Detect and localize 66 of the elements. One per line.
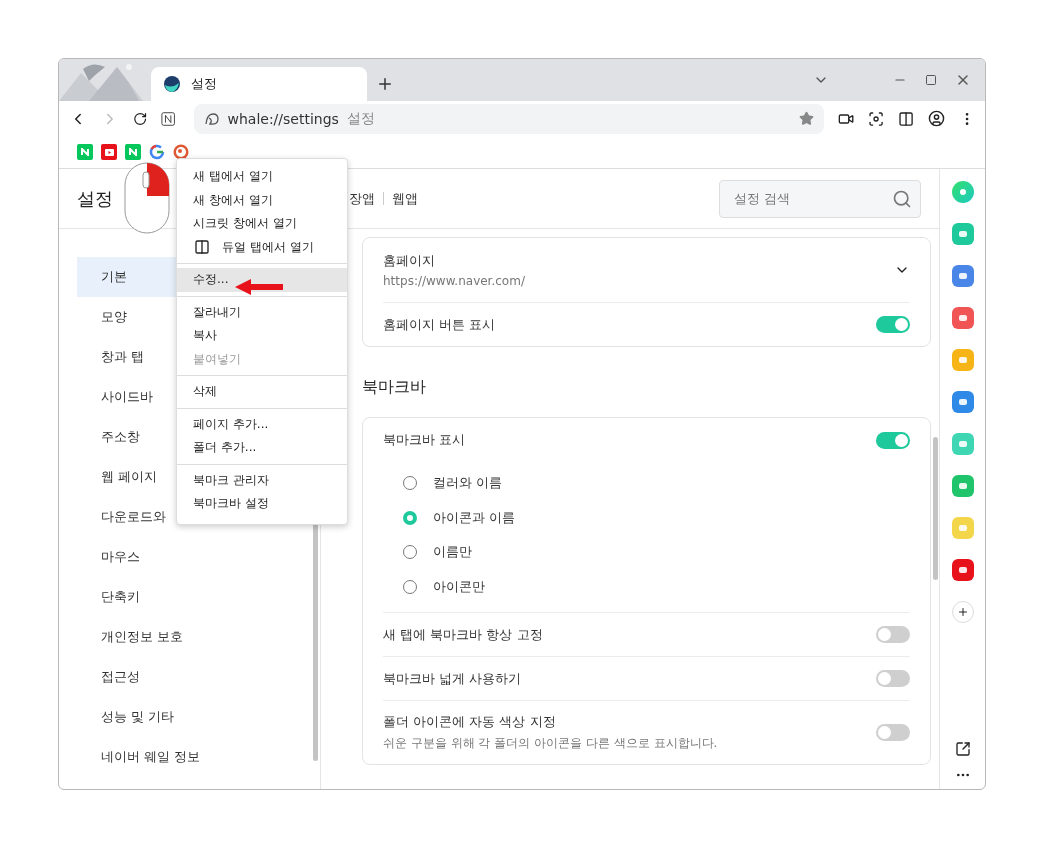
page-name: 설정	[346, 109, 375, 128]
toggle-switch[interactable]	[876, 431, 910, 449]
sidebar-item[interactable]: 접근성	[77, 657, 311, 697]
bookmark-icon[interactable]	[149, 144, 165, 160]
section-title: 북마크바	[362, 377, 427, 398]
menu-item[interactable]: 잘라내기	[177, 300, 347, 324]
menu-item[interactable]: 새 창에서 열기	[177, 188, 347, 212]
toggle-switch[interactable]	[876, 316, 910, 333]
setting-label: 북마크바 표시	[383, 431, 467, 449]
sidebar-item[interactable]: 마우스	[77, 537, 311, 577]
menu-item[interactable]: 페이지 추가...	[177, 412, 347, 436]
menu-item[interactable]: 북마크바 설정	[177, 492, 347, 516]
setting-description: 쉬운 구분을 위해 각 폴더의 아이콘을 다른 색으로 표시합니다.	[383, 735, 719, 752]
whale-logo-icon	[163, 75, 181, 93]
url-text: whale://settings	[227, 110, 339, 127]
n-square-icon[interactable]	[161, 110, 176, 127]
toggle-switch[interactable]	[876, 626, 910, 643]
setting-label: 폴더 아이콘에 자동 색상 지정	[383, 713, 557, 731]
split-view-icon	[194, 239, 210, 256]
screenshot-icon[interactable]	[867, 109, 884, 128]
radio-label: 이름만	[433, 543, 472, 562]
maximize-icon[interactable]	[925, 74, 937, 86]
menu-item[interactable]: 삭제	[177, 380, 347, 404]
search-field[interactable]: 설정 검색	[719, 179, 921, 218]
menu-item[interactable]: 시크릿 창에서 열기	[177, 212, 347, 236]
bookmark-icon[interactable]	[101, 144, 117, 160]
new-tab-icon[interactable]	[376, 75, 394, 93]
sidebar-item[interactable]: 네이버 웨일 정보	[77, 737, 311, 777]
search-icon[interactable]	[892, 188, 912, 209]
setting-label: 홈페이지 버튼 표시	[383, 315, 497, 334]
sidebar-item[interactable]: 개인정보 보호	[77, 617, 311, 657]
page-title: 설정	[77, 186, 113, 211]
split-view-icon[interactable]	[897, 109, 914, 128]
toggle-switch[interactable]	[876, 724, 910, 741]
radio-label: 아이콘과 이름	[433, 508, 516, 527]
setting-value: https://www.naver.com/	[383, 274, 526, 288]
scrollbar[interactable]	[933, 437, 938, 580]
sidebar-item[interactable]: 단축키	[77, 577, 311, 617]
bookmark-icon[interactable]	[77, 144, 93, 160]
menu-item[interactable]: 수정...	[177, 268, 347, 292]
radio-label: 아이콘만	[433, 577, 485, 596]
external-link-icon[interactable]	[954, 741, 971, 757]
bookmark-star-icon[interactable]	[798, 111, 814, 126]
setting-label: 새 탭에 북마크바 항상 고정	[383, 625, 544, 644]
setting-label: 북마크바 넓게 사용하기	[383, 669, 523, 688]
radio-button[interactable]	[403, 510, 417, 525]
plus-icon[interactable]	[956, 606, 969, 618]
menu-item[interactable]: 복사	[177, 324, 347, 348]
radio-label: 컬러와 이름	[433, 474, 503, 493]
setting-label: 홈페이지	[383, 252, 436, 270]
pointer-arrow	[235, 279, 285, 295]
sidebar-item[interactable]: 성능 및 기타	[77, 697, 311, 737]
browser-tab[interactable]: 설정	[151, 67, 367, 101]
nav-link[interactable]: 웹앱	[392, 189, 418, 208]
menu-item[interactable]: 북마크 관리자	[177, 468, 347, 492]
nav-link[interactable]: 장앱	[349, 189, 375, 208]
profile-icon[interactable]	[927, 109, 945, 128]
reload-icon[interactable]	[132, 110, 148, 127]
toggle-switch[interactable]	[876, 670, 910, 687]
bookmark-icon[interactable]	[125, 144, 141, 160]
menu-item[interactable]: 듀얼 탭에서 열기	[177, 235, 347, 259]
address-bar[interactable]: whale://settings 설정	[193, 103, 824, 134]
mouse-drawing	[124, 162, 170, 234]
menu-item[interactable]: 새 탭에서 열기	[177, 165, 347, 189]
menu-item[interactable]: 폴더 추가...	[177, 436, 347, 460]
ring-icon[interactable]	[951, 181, 974, 203]
